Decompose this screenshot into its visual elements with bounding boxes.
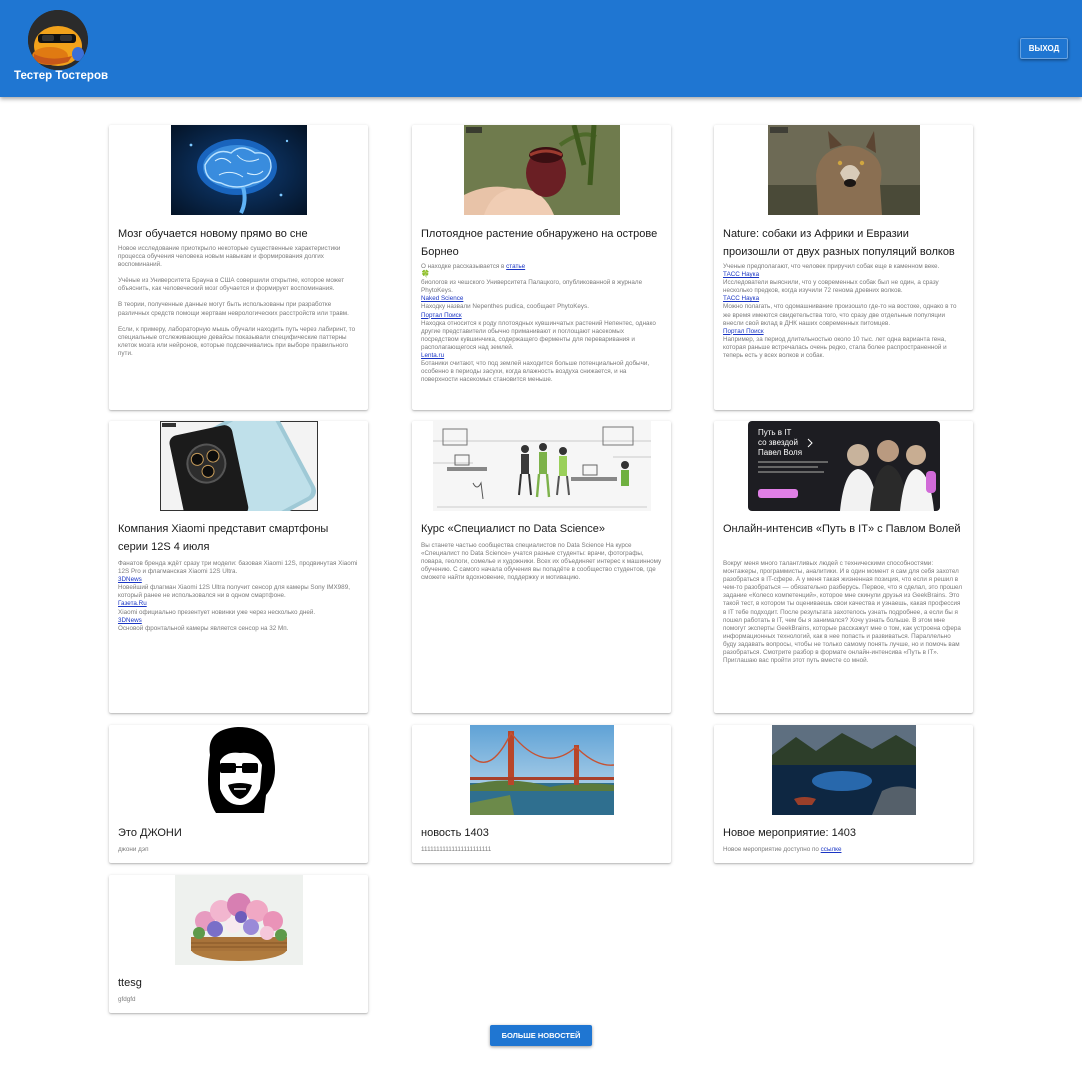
card-title: Онлайн-интенсив «Путь в IT» с Павлом Вол… xyxy=(723,523,961,535)
card-title: Новое мероприятие: 1403 xyxy=(723,827,857,839)
card-text: Новое мероприятие доступно по ссылке xyxy=(723,846,965,854)
card-text: Фанатов бренда ждёт сразу три модели: ба… xyxy=(118,560,360,633)
news-card[interactable]: Nature: собаки из Африки и Евразии произ… xyxy=(714,125,973,410)
card-text: gfdgfd xyxy=(118,996,136,1003)
load-more-button[interactable]: БОЛЬШЕ НОВОСТЕЙ xyxy=(490,1025,592,1046)
card-paragraph: В теории, полученные данные могут быть и… xyxy=(118,301,349,317)
card-text-segment: Новейший флагман Xiaomi 12S Ultra получи… xyxy=(118,584,350,600)
card-title: новость 1403 xyxy=(421,827,489,839)
smartphone-image xyxy=(159,421,318,511)
lake-image xyxy=(771,725,916,815)
source-link[interactable]: Портал Поиск xyxy=(723,328,965,336)
card-title: Компания Xiaomi представит смартфоны сер… xyxy=(118,523,329,553)
logout-button[interactable]: ВЫХОД xyxy=(1020,38,1068,59)
card-text-segment: Новое мероприятие доступно по xyxy=(723,846,819,853)
news-card[interactable]: Новое мероприятие: 1403 Новое мероприяти… xyxy=(714,725,973,863)
news-card[interactable]: Компания Xiaomi представит смартфоны сер… xyxy=(109,421,368,713)
event-link[interactable]: ссылке xyxy=(821,846,842,853)
portrait-stencil-image xyxy=(195,725,282,815)
brain-image xyxy=(170,125,307,215)
card-title: Курс «Специалист по Data Science» xyxy=(421,523,605,535)
app-header: Тестер Тостеров ВЫХОД xyxy=(0,0,1082,97)
news-card[interactable]: Плотоядное растение обнаружено на остров… xyxy=(412,125,671,410)
source-link[interactable]: 3DNews xyxy=(118,617,360,625)
news-card[interactable]: Мозг обучается новому прямо во сне Новое… xyxy=(109,125,368,410)
bridge-image xyxy=(469,725,614,815)
card-title: Nature: собаки из Африки и Евразии произ… xyxy=(723,228,955,258)
card-text: Ученые предполагают, что человек приручи… xyxy=(723,263,965,360)
news-card[interactable]: Это ДЖОНИ джони дэп xyxy=(109,725,368,863)
card-text: Вы станете частью сообщества специалисто… xyxy=(421,542,662,582)
card-text-segment: Xiaomi официально презентует новинки уже… xyxy=(118,608,316,616)
card-text-segment: биологов из чешского Университета Палацк… xyxy=(421,279,643,295)
banner-image: Путь в IT со звездой Павел Воля xyxy=(747,421,940,511)
banner-line1: Путь в IT xyxy=(758,428,792,437)
banner-line2: со звездой xyxy=(758,438,798,447)
flower-basket-image xyxy=(174,875,303,965)
card-title: Плотоядное растение обнаружено на остров… xyxy=(421,228,658,258)
card-text: О находке рассказывается в статье 🍀 биол… xyxy=(421,263,663,384)
source-link[interactable]: ТАСС Наука xyxy=(723,295,965,303)
source-link[interactable]: статье xyxy=(506,263,525,270)
card-text-segment: Ученые предполагают, что человек приручи… xyxy=(723,263,940,270)
card-text-segment: Фанатов бренда ждёт сразу три модели: ба… xyxy=(118,560,358,576)
card-text-segment: Основой фронтальной камеры является сенс… xyxy=(118,624,289,632)
user-name: Тестер Тостеров xyxy=(14,70,109,82)
card-text-segment: Например, за период длительностью около … xyxy=(723,335,947,360)
card-text-segment: Можно полагать, что одомашнивание произо… xyxy=(723,303,957,327)
card-title: Это ДЖОНИ xyxy=(118,827,182,839)
card-text-segment: Находка относится к роду плотоядных кувш… xyxy=(421,319,656,351)
user-avatar[interactable] xyxy=(28,10,88,70)
card-text: джони дэп xyxy=(118,846,149,853)
card-title: ttesg xyxy=(118,977,142,989)
news-card[interactable]: Путь в IT со звездой Павел Воля Онлайн-и… xyxy=(714,421,973,713)
card-text: Новое исследование приоткрыло некоторые … xyxy=(118,245,360,366)
source-link[interactable]: Газета.Ru xyxy=(118,600,360,608)
card-text: Вокруг меня много талантливых людей с те… xyxy=(723,560,963,665)
card-text-segment: О находке рассказывается в xyxy=(421,263,505,270)
duck-avatar-icon xyxy=(28,10,88,70)
card-paragraph: Новое исследование приоткрыло некоторые … xyxy=(118,245,341,269)
clover-icon: 🍀 xyxy=(421,271,430,279)
card-text-segment: Исследователи выяснили, что у современны… xyxy=(723,279,939,295)
card-paragraph: Учёные из Университета Брауна в США сове… xyxy=(118,277,345,293)
card-title: Мозг обучается новому прямо во сне xyxy=(118,228,308,240)
news-card[interactable]: ttesg gfdgfd xyxy=(109,875,368,1013)
source-link[interactable]: Портал Поиск xyxy=(421,312,663,320)
pitcher-plant-image xyxy=(463,125,620,215)
card-text: 11111111111111111111111 xyxy=(421,846,492,853)
source-link[interactable]: Lenta.ru xyxy=(421,352,663,360)
card-text-segment: Ботаники считают, что под землей находит… xyxy=(421,360,650,384)
office-illustration-image xyxy=(432,421,651,511)
card-paragraph: Если, к примеру, лабораторную мышь обуча… xyxy=(118,325,356,357)
wolf-image xyxy=(767,125,920,215)
source-link[interactable]: ТАСС Наука xyxy=(723,271,965,279)
banner-line3: Павел Воля xyxy=(758,448,802,457)
news-card[interactable]: Курс «Специалист по Data Science» Вы ста… xyxy=(412,421,671,713)
news-card[interactable]: новость 1403 11111111111111111111111 xyxy=(412,725,671,863)
card-text-segment: Находку назвали Nepenthes pudica, сообща… xyxy=(421,303,589,311)
